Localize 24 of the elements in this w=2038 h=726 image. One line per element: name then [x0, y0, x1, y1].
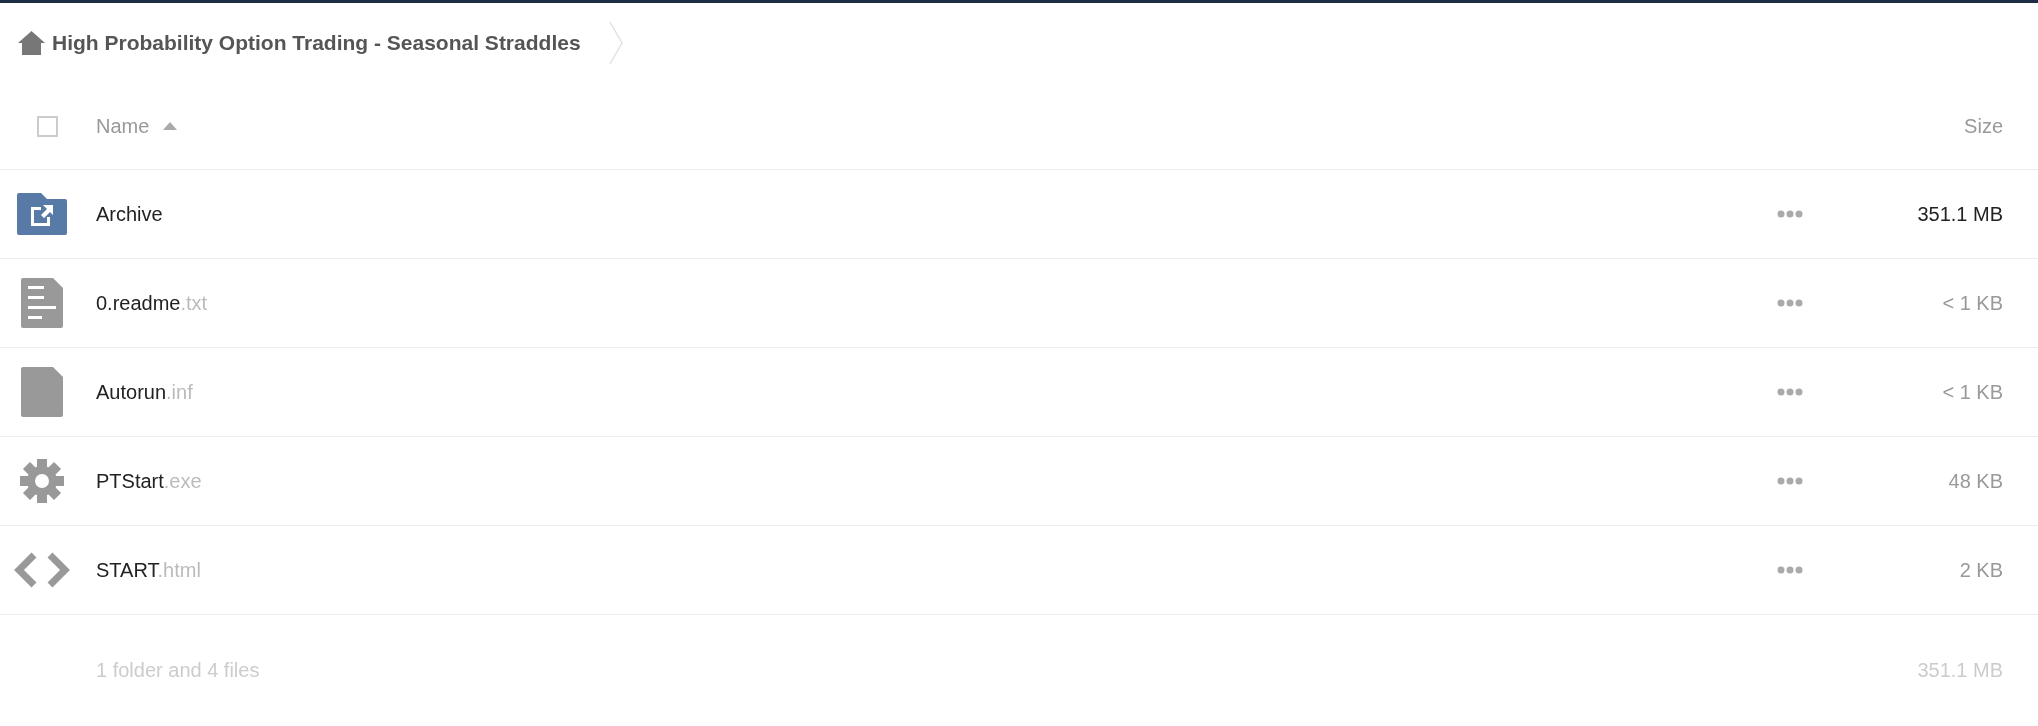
file-name[interactable]: START.html	[96, 559, 201, 581]
file-size: 2 KB	[1958, 558, 2004, 583]
file-name[interactable]: 0.readme.txt	[96, 292, 208, 314]
breadcrumb-title[interactable]: High Probability Option Trading - Seasonal Straddles	[52, 27, 581, 59]
file-size: < 1 KB	[1941, 291, 2004, 316]
shared-folder-icon	[17, 193, 67, 235]
more-options-icon[interactable]	[1777, 477, 1803, 485]
more-options-icon[interactable]	[1777, 210, 1803, 218]
more-options-icon[interactable]	[1777, 299, 1803, 307]
file-size: < 1 KB	[1941, 380, 2004, 405]
file-size: 48 KB	[1947, 469, 2004, 494]
file-size: 351.1 MB	[1916, 202, 2004, 227]
more-options-icon[interactable]	[1777, 388, 1803, 396]
select-all-checkbox[interactable]	[36, 115, 58, 137]
file-name[interactable]: Autorun.inf	[96, 381, 193, 403]
file-name[interactable]: Archive	[96, 203, 163, 225]
gear-icon	[20, 459, 64, 503]
file-icon	[21, 367, 63, 417]
file-name[interactable]: PTStart.exe	[96, 470, 202, 492]
code-icon	[14, 552, 70, 588]
more-options-icon[interactable]	[1777, 566, 1803, 574]
text-file-icon	[21, 278, 63, 328]
home-icon[interactable]	[18, 31, 45, 55]
breadcrumb-separator-icon	[608, 21, 623, 65]
